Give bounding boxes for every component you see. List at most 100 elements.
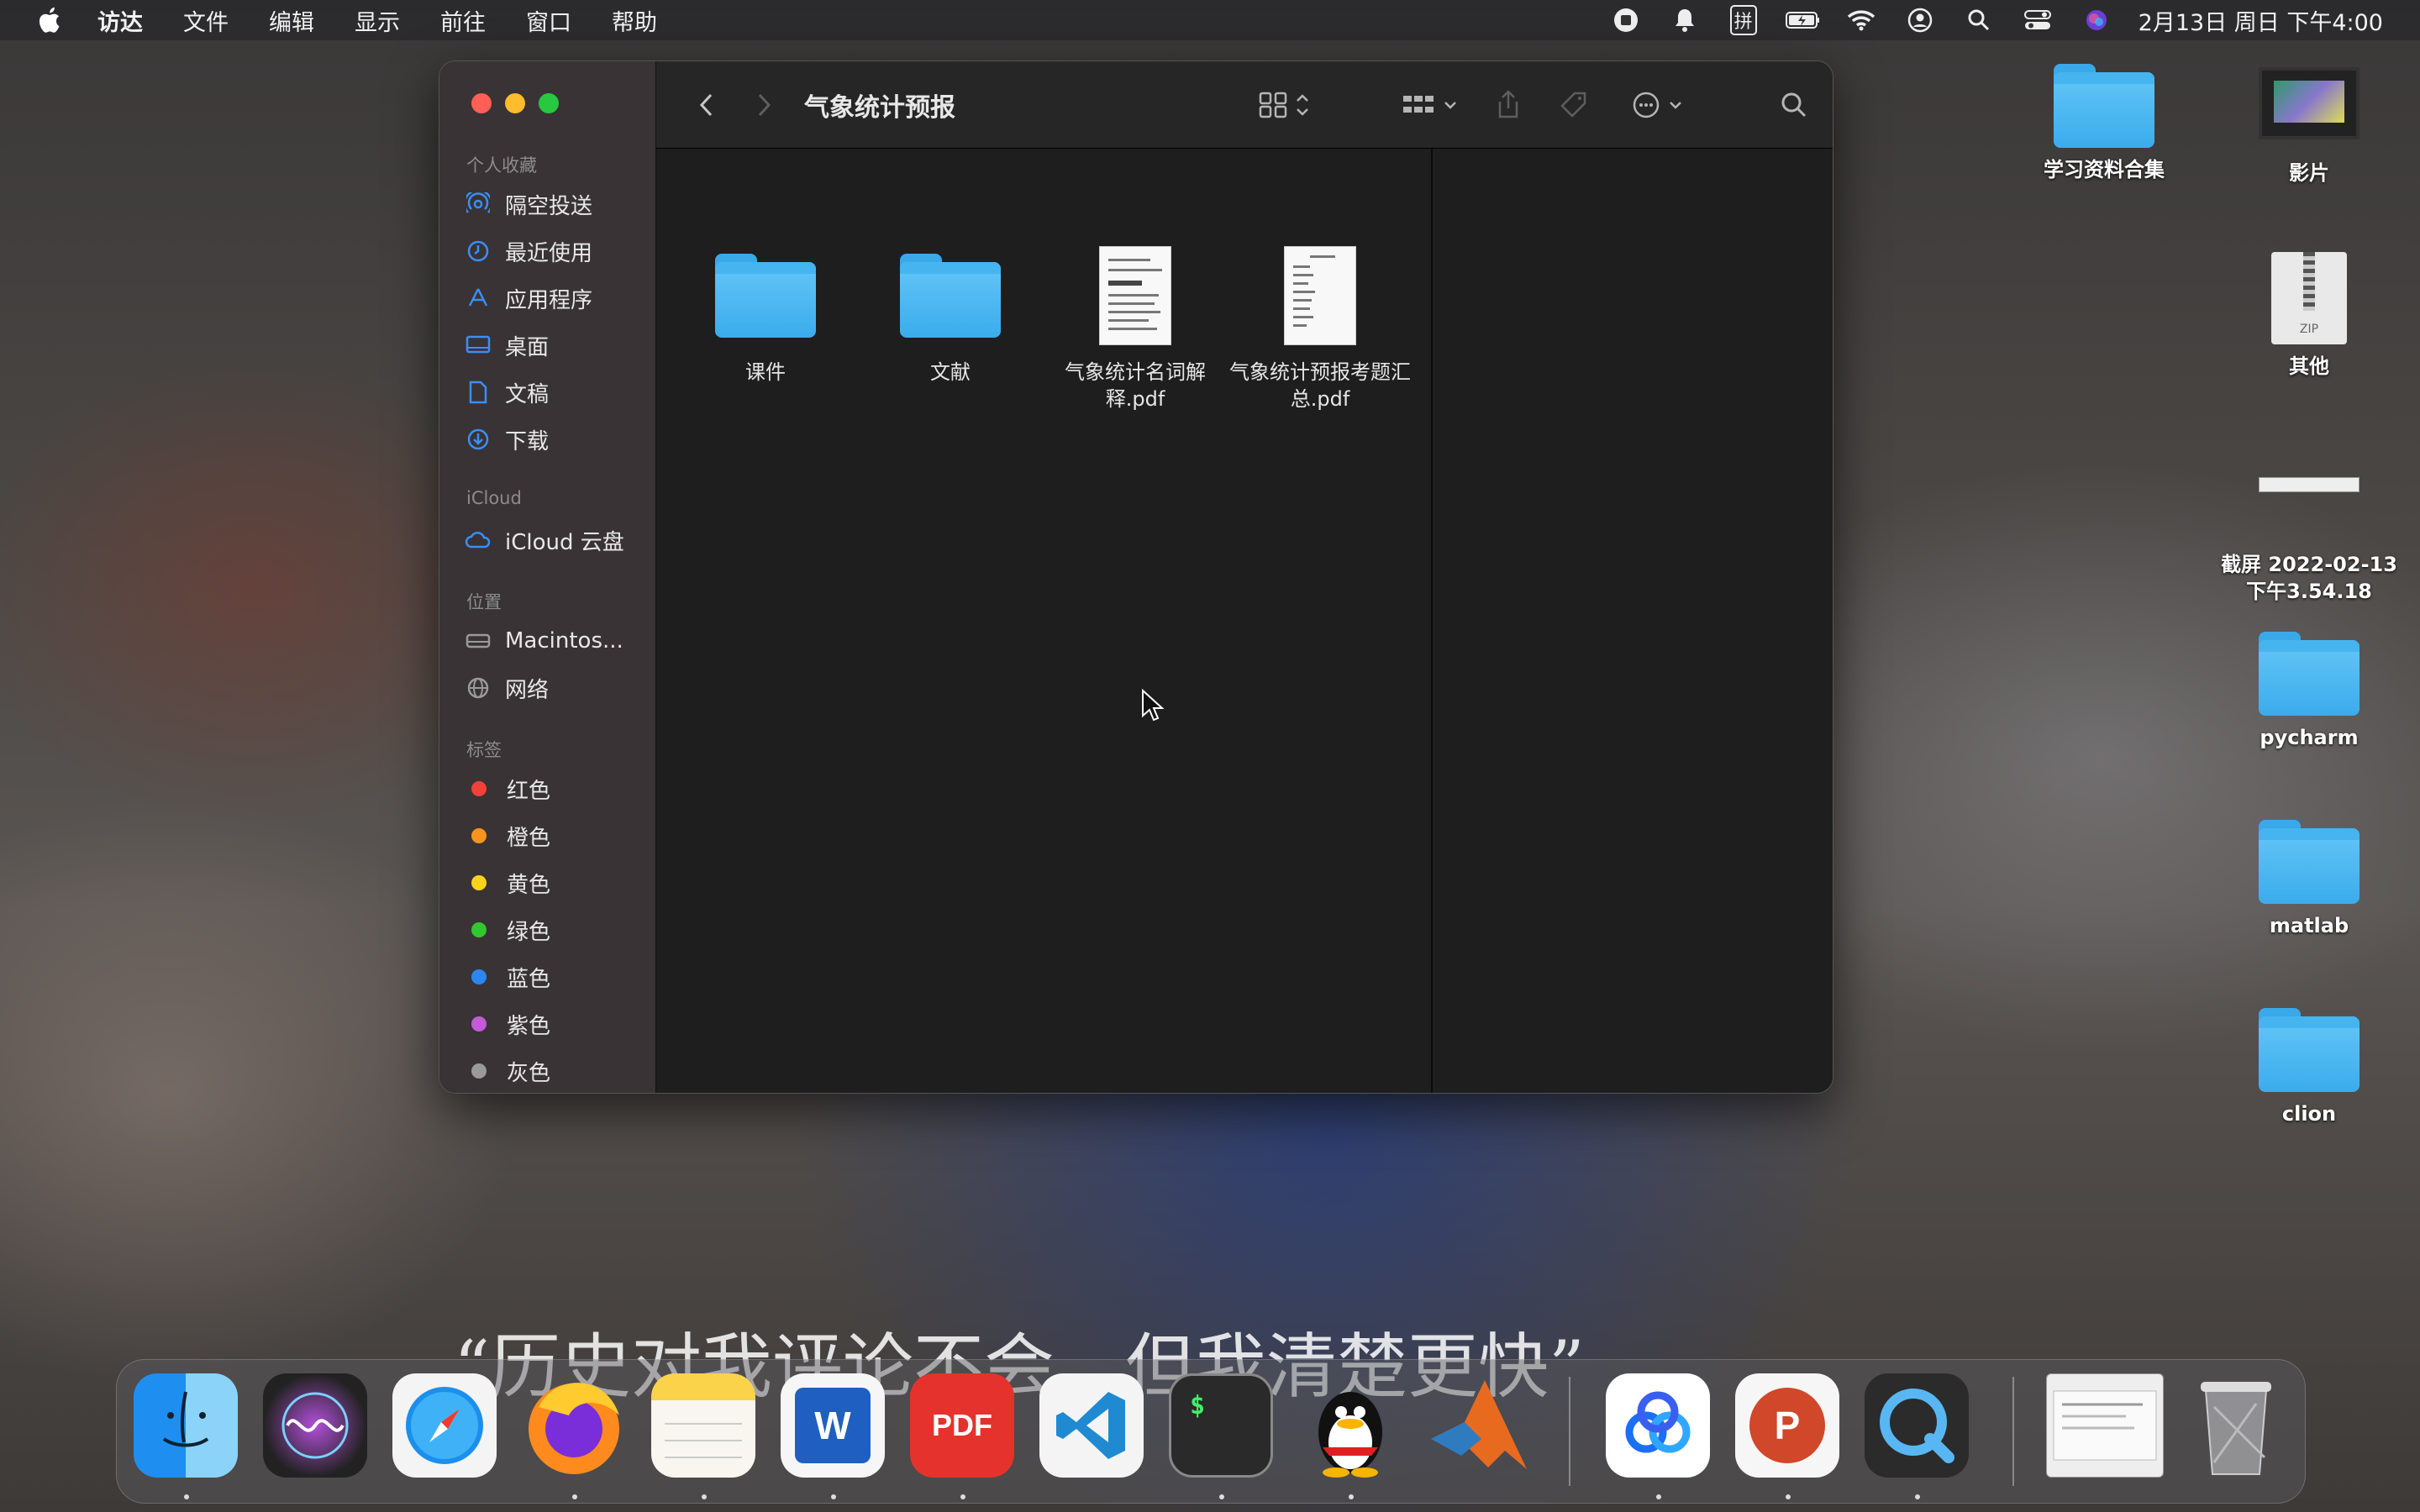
dock-app-siri[interactable] bbox=[263, 1373, 367, 1478]
close-button[interactable] bbox=[471, 93, 492, 113]
window-thumbnail-icon bbox=[2053, 1390, 2157, 1461]
file-label: 课件 bbox=[745, 360, 786, 384]
desktop-item-clion[interactable]: clion bbox=[2208, 1008, 2410, 1127]
dock-running-indicator bbox=[572, 1494, 577, 1499]
dock-app-matlab[interactable] bbox=[1428, 1373, 1532, 1478]
quicktime-icon bbox=[1880, 1389, 1954, 1463]
compass-icon bbox=[406, 1387, 483, 1464]
notification-bell-icon[interactable] bbox=[1668, 3, 1702, 37]
desktop-item-matlab[interactable]: matlab bbox=[2208, 820, 2410, 939]
dock-app-quicktime[interactable] bbox=[1865, 1373, 1969, 1478]
group-by-button[interactable] bbox=[1399, 88, 1466, 122]
menu-help[interactable]: 帮助 bbox=[612, 4, 657, 37]
tag-color-dot bbox=[471, 1016, 487, 1032]
user-account-icon[interactable] bbox=[1903, 3, 1937, 37]
dock-running-indicator bbox=[1915, 1494, 1920, 1499]
sidebar-tag-green[interactable]: 绿色 bbox=[465, 913, 550, 947]
sidebar-tag-blue[interactable]: 蓝色 bbox=[465, 960, 550, 994]
sidebar-tag-yellow[interactable]: 黄色 bbox=[465, 866, 550, 900]
menu-edit[interactable]: 编辑 bbox=[269, 4, 314, 37]
chevron-right-icon bbox=[758, 93, 771, 117]
menu-view[interactable]: 显示 bbox=[355, 4, 400, 37]
menu-finder[interactable]: 访达 bbox=[97, 4, 143, 37]
pdf-thumbnail-icon bbox=[1284, 246, 1356, 345]
desktop-item-screenshot[interactable]: 截屏 2022-02-13 下午3.54.18 bbox=[2208, 477, 2410, 605]
menu-file[interactable]: 文件 bbox=[183, 4, 229, 37]
minimize-button[interactable] bbox=[505, 93, 525, 113]
desktop-item-study-folder[interactable]: 学习资料合集 bbox=[2003, 64, 2205, 183]
sidebar-item-airdrop[interactable]: 隔空投送 bbox=[465, 187, 592, 221]
dock-app-powerpoint[interactable]: P bbox=[1735, 1373, 1839, 1478]
file-item-pdf-glossary[interactable]: 气象统计名词解释.pdf bbox=[1043, 241, 1228, 412]
back-button[interactable] bbox=[690, 88, 723, 122]
sidebar-item-label: 网络 bbox=[505, 677, 550, 703]
dock-app-firefox[interactable] bbox=[522, 1373, 626, 1478]
sidebar-item-desktop[interactable]: 桌面 bbox=[465, 328, 549, 362]
sidebar-item-recents[interactable]: 最近使用 bbox=[465, 234, 592, 268]
dock-app-vscode[interactable] bbox=[1039, 1373, 1144, 1478]
sidebar-item-downloads[interactable]: 下载 bbox=[465, 423, 549, 456]
matlab-icon bbox=[1431, 1380, 1527, 1469]
spotlight-search-icon[interactable] bbox=[1962, 3, 1996, 37]
file-item-folder-literature[interactable]: 文献 bbox=[858, 241, 1043, 386]
menu-clock[interactable]: 2月13日 周日 下午4:00 bbox=[2139, 4, 2383, 37]
dock-app-safari[interactable] bbox=[392, 1373, 497, 1478]
pdf-badge: PDF bbox=[932, 1408, 992, 1442]
forward-button[interactable] bbox=[747, 88, 781, 122]
file-item-pdf-exam-summary[interactable]: 气象统计预报考题汇总.pdf bbox=[1228, 241, 1413, 412]
dock-app-qq[interactable] bbox=[1298, 1373, 1402, 1478]
trash-icon bbox=[2201, 1382, 2271, 1475]
wifi-icon[interactable] bbox=[1844, 3, 1878, 37]
view-mode-button[interactable] bbox=[1255, 88, 1322, 122]
desktop-item-movie[interactable]: 影片 bbox=[2208, 67, 2410, 186]
sidebar-item-applications[interactable]: 应用程序 bbox=[465, 281, 592, 315]
file-grid[interactable]: 课件 文献 气象统计名词解释.pdf 气象统计预报考题汇总.pdf bbox=[656, 149, 1431, 1093]
sidebar-item-icloud-drive[interactable]: iCloud 云盘 bbox=[465, 523, 624, 557]
word-letter: W bbox=[795, 1388, 871, 1463]
input-method-label: 拼 bbox=[1729, 5, 1757, 35]
siri-icon[interactable] bbox=[2080, 3, 2113, 37]
desktop-item-label: pycharm bbox=[2260, 726, 2359, 749]
sidebar-section-favorites: 个人收藏 bbox=[466, 155, 537, 176]
search-button[interactable] bbox=[1776, 88, 1812, 122]
desktop-item-zip[interactable]: ZIP 其他 bbox=[2208, 252, 2410, 380]
dock-app-terminal[interactable]: $ bbox=[1169, 1373, 1273, 1478]
search-icon bbox=[1781, 92, 1807, 118]
battery-icon[interactable] bbox=[1785, 3, 1819, 37]
dock-app-notes[interactable] bbox=[651, 1373, 755, 1478]
sidebar-item-label: iCloud 云盘 bbox=[505, 529, 624, 555]
file-item-folder-courseware[interactable]: 课件 bbox=[673, 241, 858, 386]
tag-button[interactable] bbox=[1555, 88, 1592, 122]
dock-app-word[interactable]: W bbox=[781, 1373, 885, 1478]
sidebar-section-tags: 标签 bbox=[466, 740, 502, 760]
notes-icon bbox=[665, 1423, 742, 1458]
more-actions-button[interactable] bbox=[1628, 88, 1695, 122]
apple-icon[interactable] bbox=[34, 5, 64, 35]
screenshot-thumbnail-icon bbox=[2259, 477, 2360, 492]
sidebar-tag-purple[interactable]: 紫色 bbox=[465, 1007, 550, 1041]
dock-minimized-window[interactable] bbox=[2046, 1373, 2164, 1478]
menu-window[interactable]: 窗口 bbox=[526, 4, 571, 37]
sidebar-item-label: 蓝色 bbox=[507, 966, 551, 992]
zoom-button[interactable] bbox=[539, 93, 559, 113]
sidebar-tag-red[interactable]: 红色 bbox=[465, 772, 550, 806]
dock-app-baidu-netdisk[interactable] bbox=[1606, 1373, 1710, 1478]
dock-app-pdf-expert[interactable]: PDF bbox=[910, 1373, 1014, 1478]
stop-record-icon[interactable] bbox=[1609, 3, 1643, 37]
sidebar-item-macintosh-hd[interactable]: Macintos... bbox=[465, 624, 623, 658]
folder-icon bbox=[2259, 632, 2360, 716]
desktop-item-pycharm[interactable]: pycharm bbox=[2208, 632, 2410, 751]
window-controls bbox=[471, 93, 572, 113]
clock-icon bbox=[465, 238, 492, 265]
dock-trash[interactable] bbox=[2184, 1373, 2288, 1478]
sidebar-item-documents[interactable]: 文稿 bbox=[465, 375, 549, 409]
menu-go[interactable]: 前往 bbox=[440, 4, 486, 37]
dock-app-finder[interactable] bbox=[134, 1373, 238, 1478]
control-center-icon[interactable] bbox=[2021, 3, 2054, 37]
share-button[interactable] bbox=[1490, 88, 1527, 122]
sidebar-tag-gray[interactable]: 灰色 bbox=[465, 1054, 550, 1088]
sidebar-tag-orange[interactable]: 橙色 bbox=[465, 819, 550, 853]
sidebar-item-network[interactable]: 网络 bbox=[465, 671, 549, 705]
input-method-icon[interactable]: 拼 bbox=[1727, 3, 1760, 37]
sidebar-item-label: 橙色 bbox=[507, 825, 551, 851]
